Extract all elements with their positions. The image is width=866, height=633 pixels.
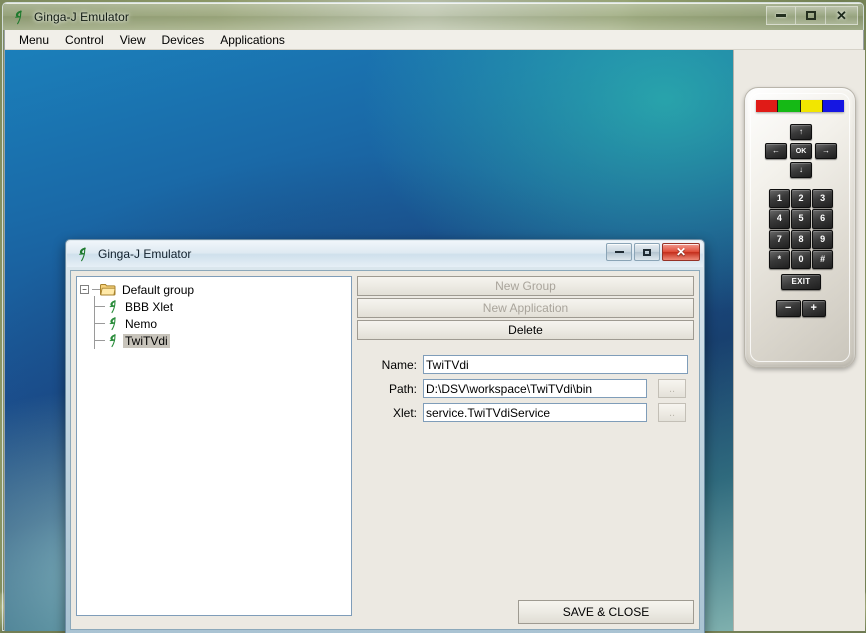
remote-keypad: 1 2 3 4 5 6 7 8 9 * 0 # bbox=[769, 189, 833, 269]
key-9[interactable]: 9 bbox=[812, 229, 833, 249]
delete-button[interactable]: Delete bbox=[357, 320, 694, 340]
key-2[interactable]: 2 bbox=[790, 189, 812, 209]
name-row: Name: TwiTVdi bbox=[357, 355, 694, 374]
tree-horizontal-line bbox=[94, 306, 105, 307]
ginga-leaf-icon bbox=[106, 299, 120, 314]
tree-node-twitvdi[interactable]: TwiTVdi bbox=[94, 330, 348, 349]
tree-label-default-group: Default group bbox=[122, 282, 195, 297]
dialog-maximize-button[interactable] bbox=[634, 243, 660, 261]
tree-horizontal-line bbox=[94, 340, 105, 341]
dialog-body: − Default group BBB Xlet Nemo TwiTVdi Ne… bbox=[70, 270, 700, 630]
key-hash[interactable]: # bbox=[812, 249, 833, 269]
ginga-leaf-icon bbox=[75, 246, 91, 262]
application-tree[interactable]: − Default group BBB Xlet Nemo TwiTVdi bbox=[76, 276, 352, 616]
yellow-key[interactable] bbox=[800, 100, 823, 112]
main-window-titlebar[interactable]: Ginga-J Emulator ✕ bbox=[3, 3, 863, 30]
new-application-button[interactable]: New Application bbox=[357, 298, 694, 318]
tree-connector-line bbox=[92, 289, 100, 290]
dpad-down-button[interactable]: ↓ bbox=[790, 162, 812, 178]
remote-control-panel: ↑ ← OK → ↓ 1 2 3 4 5 6 7 8 9 * 0 # EXIT … bbox=[733, 50, 865, 631]
main-window-client: Menu Control View Devices Applications ↑… bbox=[4, 30, 865, 633]
volume-down-button[interactable]: − bbox=[776, 300, 801, 317]
key-8[interactable]: 8 bbox=[790, 229, 812, 249]
minimize-button[interactable] bbox=[766, 6, 796, 25]
dialog-close-button[interactable]: ✕ bbox=[662, 243, 700, 261]
menu-item-applications[interactable]: Applications bbox=[212, 31, 293, 49]
key-0[interactable]: 0 bbox=[790, 249, 812, 269]
key-5[interactable]: 5 bbox=[790, 209, 812, 229]
dialog-minimize-button[interactable] bbox=[606, 243, 632, 261]
dpad-ok-button[interactable]: OK bbox=[790, 143, 812, 159]
remote-dpad: ↑ ← OK → ↓ bbox=[765, 124, 837, 180]
tree-node-nemo[interactable]: Nemo bbox=[94, 313, 348, 332]
red-key[interactable] bbox=[756, 100, 779, 112]
menu-item-devices[interactable]: Devices bbox=[154, 31, 213, 49]
tree-node-bbb-xlet[interactable]: BBB Xlet bbox=[94, 296, 348, 315]
key-1[interactable]: 1 bbox=[769, 189, 790, 209]
path-input[interactable]: D:\DSV\workspace\TwiTVdi\bin bbox=[423, 379, 647, 398]
volume-up-button[interactable]: + bbox=[801, 300, 826, 317]
dialog-title: Ginga-J Emulator bbox=[98, 247, 192, 261]
exit-button[interactable]: EXIT bbox=[781, 274, 821, 290]
blue-key[interactable] bbox=[822, 100, 844, 112]
dialog-titlebar[interactable]: Ginga-J Emulator ✕ bbox=[67, 241, 703, 267]
xlet-input[interactable]: service.TwiTVdiService bbox=[423, 403, 647, 422]
key-3[interactable]: 3 bbox=[812, 189, 833, 209]
menubar: Menu Control View Devices Applications bbox=[5, 30, 863, 50]
green-key[interactable] bbox=[778, 100, 801, 112]
key-4[interactable]: 4 bbox=[769, 209, 790, 229]
new-group-button[interactable]: New Group bbox=[357, 276, 694, 296]
dialog-right-pane: New Group New Application Delete Name: T… bbox=[357, 276, 694, 629]
application-manager-dialog: Ginga-J Emulator ✕ − Default group BBB X… bbox=[65, 239, 705, 633]
dpad-right-button[interactable]: → bbox=[815, 143, 837, 159]
application-form: Name: TwiTVdi Path: D:\DSV\workspace\Twi… bbox=[357, 355, 694, 427]
path-row: Path: D:\DSV\workspace\TwiTVdi\bin .. bbox=[357, 379, 694, 398]
dpad-left-button[interactable]: ← bbox=[765, 143, 787, 159]
tree-horizontal-line bbox=[94, 323, 105, 324]
remote-control: ↑ ← OK → ↓ 1 2 3 4 5 6 7 8 9 * 0 # EXIT … bbox=[744, 87, 856, 368]
dpad-up-button[interactable]: ↑ bbox=[790, 124, 812, 140]
key-7[interactable]: 7 bbox=[769, 229, 790, 249]
xlet-browse-button[interactable]: .. bbox=[658, 403, 686, 422]
menu-item-view[interactable]: View bbox=[112, 31, 154, 49]
xlet-row: Xlet: service.TwiTVdiService .. bbox=[357, 403, 694, 422]
main-window-controls: ✕ bbox=[766, 6, 858, 25]
tree-label-bbb-xlet: BBB Xlet bbox=[125, 299, 174, 314]
path-label: Path: bbox=[388, 381, 417, 396]
remote-volume-keys: − + bbox=[776, 300, 826, 317]
name-input[interactable]: TwiTVdi bbox=[423, 355, 688, 374]
dialog-footer: SAVE & CLOSE bbox=[357, 600, 694, 624]
save-and-close-button[interactable]: SAVE & CLOSE bbox=[518, 600, 694, 624]
maximize-button[interactable] bbox=[796, 6, 826, 25]
key-star[interactable]: * bbox=[769, 249, 790, 269]
tree-label-twitvdi: TwiTVdi bbox=[123, 333, 170, 348]
ginga-leaf-icon bbox=[106, 333, 120, 348]
path-browse-button[interactable]: .. bbox=[658, 379, 686, 398]
ginga-leaf-icon bbox=[11, 9, 27, 25]
main-window: Ginga-J Emulator ✕ Menu Control View Dev… bbox=[2, 2, 865, 633]
dialog-window-controls: ✕ bbox=[604, 243, 700, 261]
remote-color-keys bbox=[756, 100, 844, 112]
tree-label-nemo: Nemo bbox=[125, 316, 158, 331]
main-window-title: Ginga-J Emulator bbox=[34, 9, 129, 24]
key-6[interactable]: 6 bbox=[812, 209, 833, 229]
tree-expand-toggle-icon[interactable]: − bbox=[80, 285, 89, 294]
name-label: Name: bbox=[381, 357, 417, 372]
tree-node-default-group[interactable]: − Default group bbox=[80, 281, 348, 298]
menu-item-menu[interactable]: Menu bbox=[11, 31, 57, 49]
close-button[interactable]: ✕ bbox=[826, 6, 858, 25]
xlet-label: Xlet: bbox=[392, 405, 417, 420]
menu-item-control[interactable]: Control bbox=[57, 31, 112, 49]
ginga-leaf-icon bbox=[106, 316, 120, 331]
folder-icon bbox=[100, 283, 116, 296]
